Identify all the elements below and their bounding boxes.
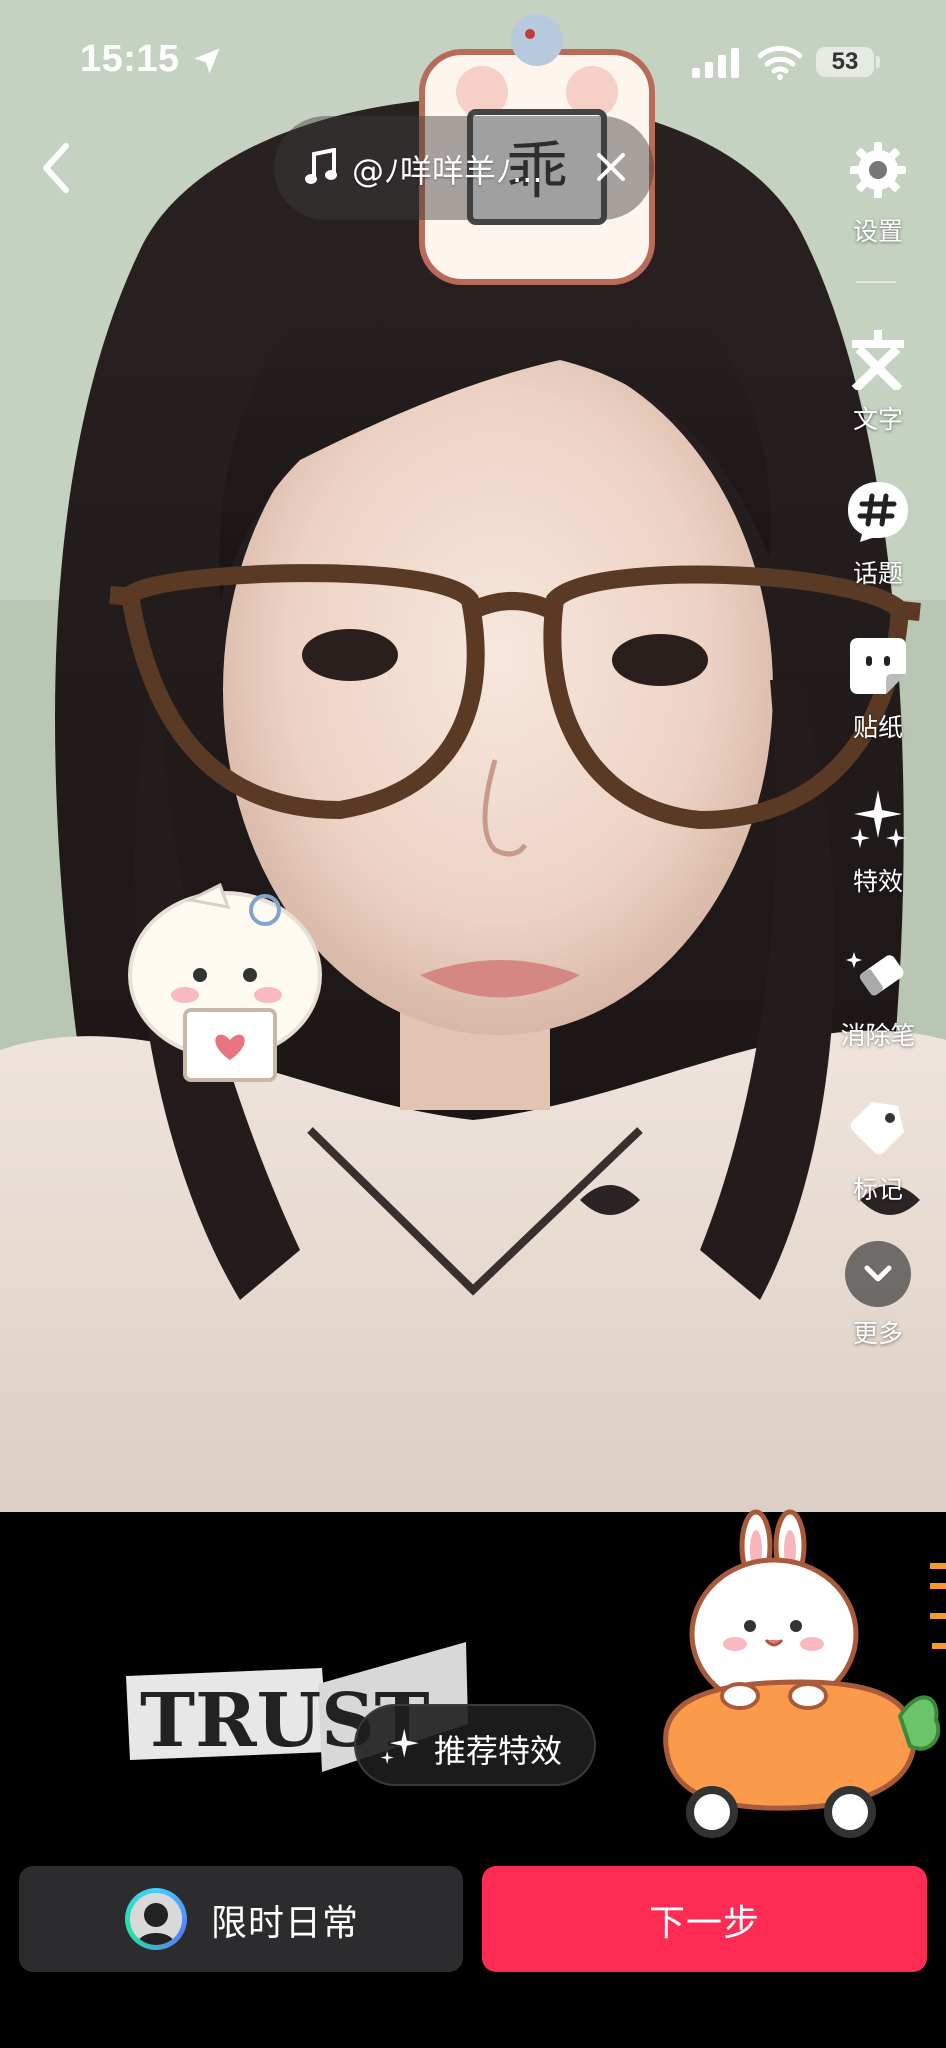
text-icon	[838, 318, 918, 398]
next-step-label: 下一步	[648, 1903, 760, 1944]
hashtag-icon	[838, 472, 918, 552]
sparkles-icon	[838, 780, 918, 860]
sticker-icon	[838, 626, 918, 706]
sparkles-icon	[380, 1728, 419, 1765]
toolbar-divider	[856, 281, 896, 283]
effects-tool-button[interactable]: 特效	[838, 780, 918, 898]
avatar	[125, 1888, 187, 1950]
tag-icon	[838, 1088, 918, 1168]
eraser-label: 消除笔	[840, 1021, 916, 1050]
rabbit-carrot-sticker[interactable]	[640, 1506, 946, 1846]
text-label: 文字	[852, 405, 903, 434]
photo-preview[interactable]: 乖	[0, 0, 946, 1512]
status-time: 15:15	[80, 38, 180, 80]
music-selector[interactable]: @ﾉ咩咩羊ﾉ...	[274, 116, 654, 220]
cellular-signal-icon	[692, 48, 739, 78]
mark-label: 标记	[852, 1175, 903, 1204]
recommended-effects-button[interactable]: 推荐特效	[354, 1704, 596, 1786]
effects-tool-label: 特效	[852, 867, 903, 896]
music-note-icon	[305, 148, 337, 184]
music-title: @ﾉ咩咩羊ﾉ...	[352, 152, 543, 190]
location-arrow-icon	[194, 48, 220, 74]
battery-nub	[876, 56, 880, 68]
settings-label: 设置	[852, 217, 903, 246]
next-step-button[interactable]: 下一步	[482, 1866, 927, 1972]
recommended-effects-label: 推荐特效	[434, 1732, 563, 1770]
topic-button[interactable]: 话题	[838, 472, 918, 590]
settings-button[interactable]: 设置	[838, 130, 918, 248]
mark-button[interactable]: 标记	[838, 1088, 918, 1206]
status-bar: 15:15 53	[0, 0, 946, 120]
limited-daily-label: 限时日常	[211, 1903, 360, 1944]
topic-label: 话题	[852, 559, 903, 588]
wifi-icon	[758, 45, 802, 80]
limited-daily-button[interactable]: 限时日常	[19, 1866, 463, 1972]
more-label: 更多	[852, 1319, 903, 1348]
chevron-down-icon	[845, 1241, 911, 1307]
eraser-icon	[838, 934, 918, 1014]
gear-icon	[838, 130, 918, 210]
text-button[interactable]: 文字	[838, 318, 918, 436]
battery-indicator: 53	[816, 47, 874, 77]
editor-screen: 乖 15:15 53 @ﾉ咩咩羊ﾉ... 设置 文字 话题 贴纸 特效 消除笔 …	[0, 0, 946, 2048]
close-icon[interactable]	[594, 150, 628, 184]
sticker-button[interactable]: 贴纸	[838, 626, 918, 744]
more-button[interactable]: 更多	[838, 1234, 918, 1350]
sticker-label: 贴纸	[852, 713, 903, 742]
eraser-button[interactable]: 消除笔	[838, 934, 918, 1052]
back-button[interactable]	[30, 136, 86, 200]
